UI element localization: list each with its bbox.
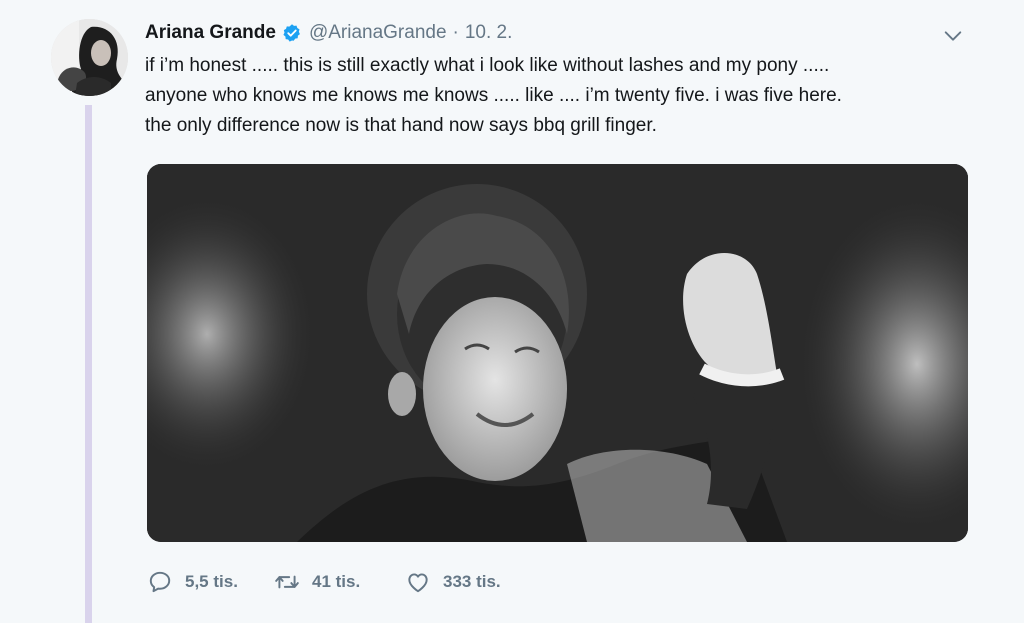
author-handle[interactable]: @ArianaGrande [309, 22, 447, 44]
tweet-text-line: anyone who knows me knows me knows .....… [145, 85, 842, 106]
tweet-text: if i’m honest ..... this is still exactl… [145, 51, 985, 141]
retweet-count: 41 tis. [312, 572, 361, 591]
chevron-down-icon[interactable] [942, 25, 964, 47]
retweet-icon [275, 575, 299, 589]
tweet: Ariana Grande @ArianaGrande · 10. 2. if … [0, 0, 1024, 623]
tweet-header: Ariana Grande @ArianaGrande · 10. 2. [145, 20, 512, 46]
like-count: 333 tis. [443, 572, 501, 591]
thread-line [85, 105, 92, 623]
tweet-actions: 5,5 tis. 41 tis. 333 tis. [147, 566, 501, 598]
verified-badge-icon [283, 24, 300, 42]
heart-icon [408, 573, 428, 593]
header-separator: · [452, 22, 459, 43]
tweet-text-line: if i’m honest ..... this is still exactl… [145, 55, 830, 76]
reply-count: 5,5 tis. [185, 572, 238, 591]
avatar-photo [51, 19, 128, 96]
like-button[interactable]: 333 tis. [405, 569, 501, 595]
retweet-button[interactable]: 41 tis. [274, 569, 405, 595]
author-name[interactable]: Ariana Grande [145, 22, 276, 44]
tweet-text-line: the only difference now is that hand now… [145, 115, 657, 136]
child-photo-illustration [147, 164, 968, 542]
reply-icon [149, 571, 171, 593]
avatar[interactable] [51, 19, 128, 96]
reply-button[interactable]: 5,5 tis. [147, 569, 274, 595]
tweet-date[interactable]: 10. 2. [465, 22, 513, 44]
tweet-photo[interactable] [147, 164, 968, 542]
